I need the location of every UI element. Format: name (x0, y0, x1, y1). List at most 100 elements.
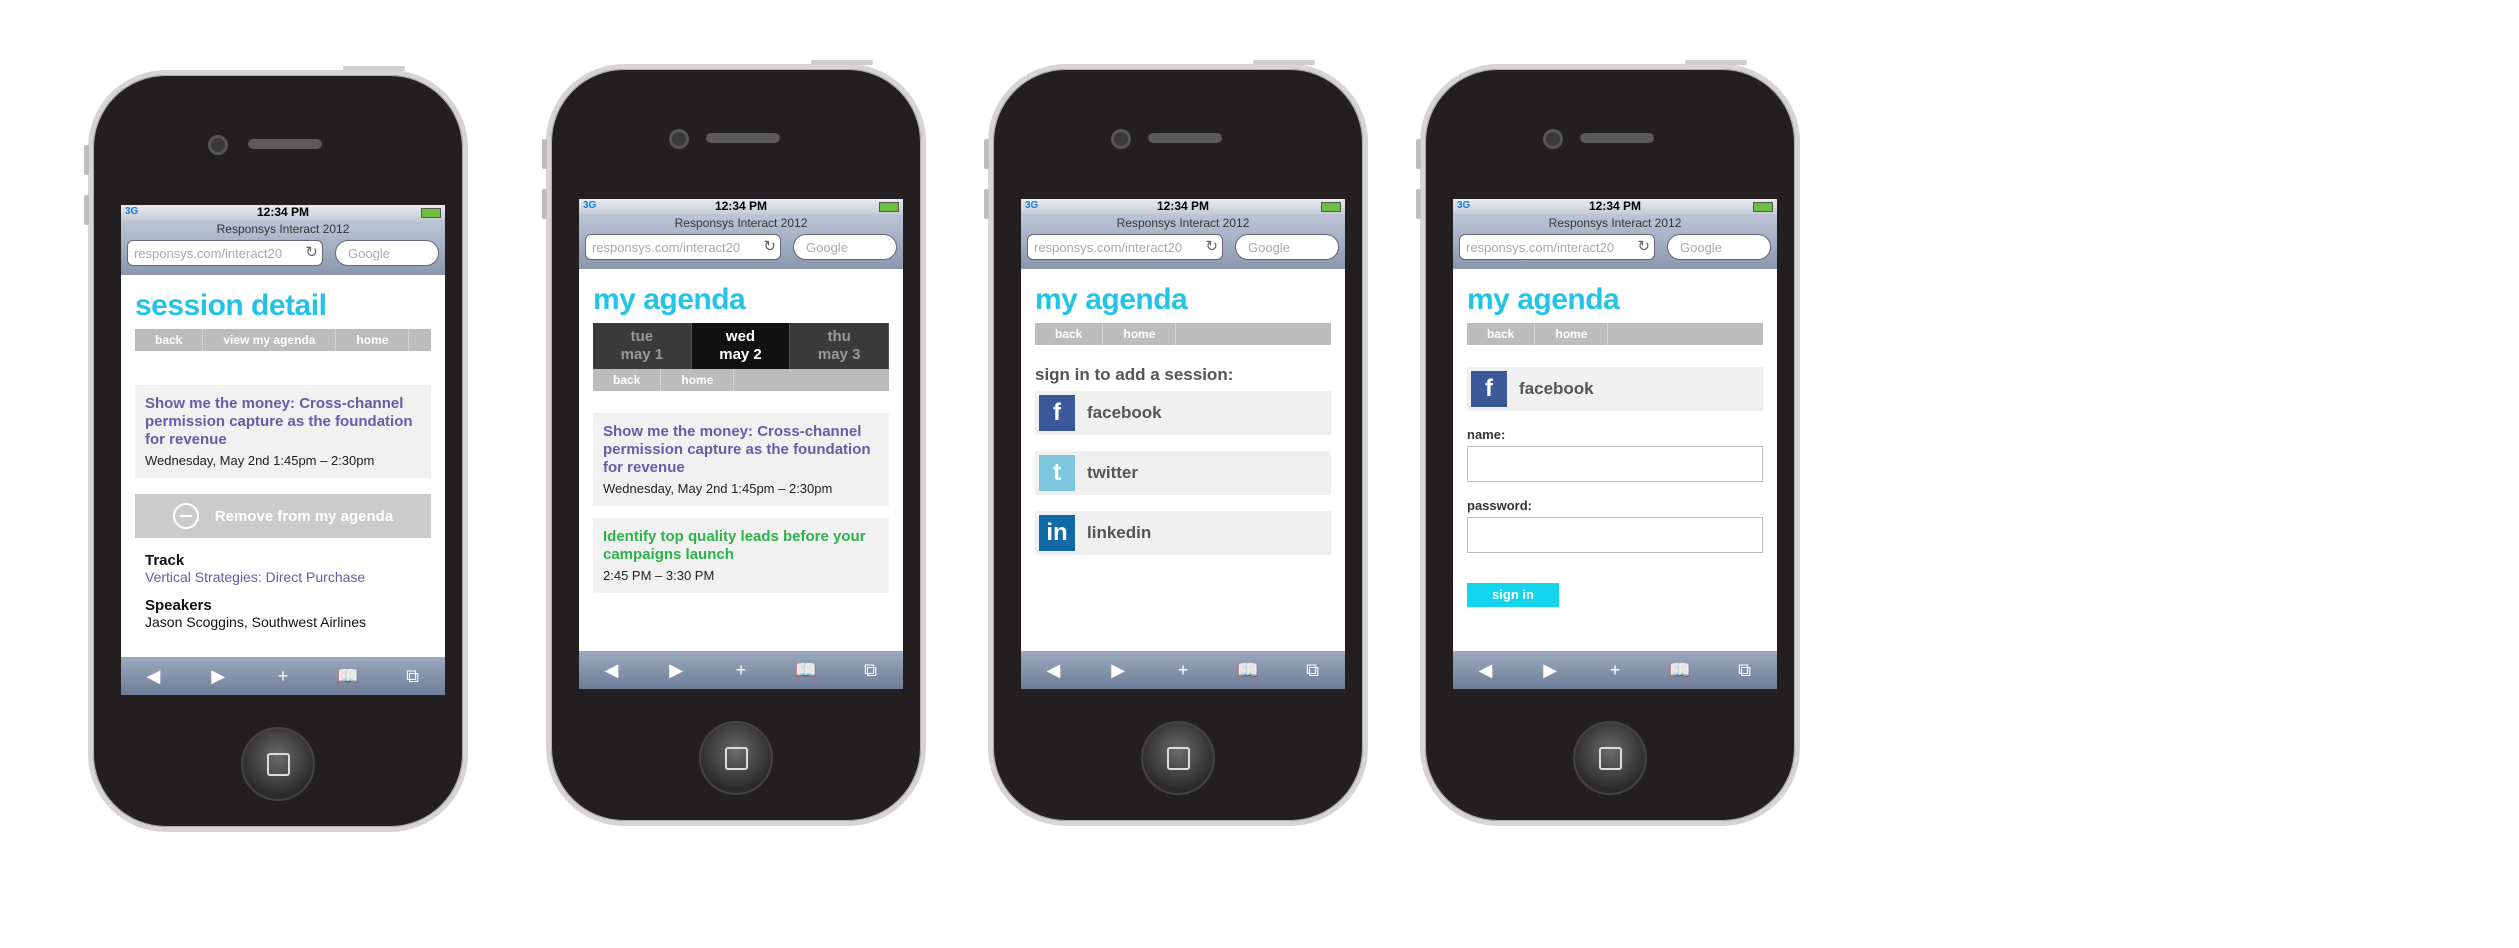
nav-back[interactable]: back (1467, 323, 1536, 345)
tab-thu[interactable]: thu may 3 (790, 323, 890, 369)
session-time: Wednesday, May 2nd 1:45pm – 2:30pm (603, 481, 833, 496)
page-heading: session detail (135, 289, 327, 322)
status-bar: 3G 12:34 PM (121, 205, 445, 220)
home-square-icon (267, 753, 290, 776)
forward-icon[interactable]: ▶ (1535, 660, 1565, 681)
nav-back[interactable]: back (135, 329, 204, 351)
status-time: 12:34 PM (1588, 199, 1642, 213)
linkedin-button[interactable]: in linkedin (1035, 511, 1331, 555)
tabs-icon[interactable]: ⧉ (1730, 660, 1760, 681)
speakers-label: Speakers (145, 597, 212, 614)
bookmarks-icon[interactable]: 📖 (1233, 660, 1263, 681)
session-title: Show me the money: Cross-channel permiss… (145, 395, 413, 448)
page-title: Responsys Interact 2012 (1116, 216, 1250, 230)
nav-home[interactable]: home (336, 329, 410, 351)
home-button[interactable] (699, 721, 773, 795)
forward-icon[interactable]: ▶ (203, 666, 233, 687)
page-title: Responsys Interact 2012 (1548, 216, 1682, 230)
session-title: Identify top quality leads before your c… (603, 528, 866, 563)
back-icon[interactable]: ◀ (596, 660, 626, 681)
bookmarks-icon[interactable]: 📖 (1665, 660, 1695, 681)
url-field[interactable]: responsys.com/interact20 ↻ (1027, 234, 1223, 260)
add-icon[interactable]: + (1168, 660, 1198, 681)
search-field[interactable]: Google (1235, 234, 1339, 260)
phone-3: 3G 12:34 PM Responsys Interact 2012 resp… (984, 60, 1368, 826)
speaker (1148, 133, 1222, 143)
nav-bar: back home (593, 369, 889, 391)
search-field[interactable]: Google (793, 234, 897, 260)
add-icon[interactable]: + (1600, 660, 1630, 681)
speakers-value: Jason Scoggins, Southwest Airlines (145, 614, 367, 630)
tabs-icon[interactable]: ⧉ (856, 660, 886, 681)
nav-back[interactable]: back (1035, 323, 1104, 345)
nav-home[interactable]: home (1103, 323, 1177, 345)
session-date: Wednesday, May 2nd 1:45pm – 2:30pm (145, 453, 375, 468)
tabs-icon[interactable]: ⧉ (1298, 660, 1328, 681)
url-text: responsys.com/interact20 (592, 240, 741, 255)
track-value[interactable]: Vertical Strategies: Direct Purchase (145, 569, 431, 585)
session-card[interactable]: Show me the money: Cross-channel permiss… (135, 385, 431, 478)
sign-in-button[interactable]: sign in (1467, 583, 1559, 607)
camera (208, 135, 228, 155)
back-icon[interactable]: ◀ (1470, 660, 1500, 681)
back-icon[interactable]: ◀ (138, 666, 168, 687)
day-tabs: tue may 1 wed may 2 thu may 3 (593, 323, 890, 369)
url-field[interactable]: responsys.com/interact20 ↻ (1459, 234, 1655, 260)
reload-icon[interactable]: ↻ (1205, 239, 1218, 254)
url-field[interactable]: responsys.com/interact20 ↻ (127, 240, 323, 266)
session-card[interactable]: Show me the money: Cross-channel permiss… (593, 413, 889, 506)
track-label: Track (145, 552, 185, 569)
nav-view-my-agenda[interactable]: view my agenda (203, 329, 337, 351)
linkedin-label: linkedin (1087, 523, 1152, 542)
volume-button (542, 139, 547, 169)
nav-home[interactable]: home (1535, 323, 1609, 345)
forward-icon[interactable]: ▶ (1103, 660, 1133, 681)
camera (1543, 129, 1563, 149)
tab-tue[interactable]: tue may 1 (593, 323, 692, 369)
session-time: 2:45 PM – 3:30 PM (603, 568, 715, 583)
reload-icon[interactable]: ↻ (305, 245, 318, 260)
page-title: Responsys Interact 2012 (216, 222, 350, 236)
screen-facebook-sign-in: 3G 12:34 PM Responsys Interact 2012 resp… (1453, 199, 1777, 689)
session-card[interactable]: Identify top quality leads before your c… (593, 518, 889, 593)
day-date: may 1 (620, 346, 664, 363)
phone-4: 3G 12:34 PM Responsys Interact 2012 resp… (1416, 60, 1800, 826)
nav-bar: back view my agenda home (135, 329, 431, 351)
bookmarks-icon[interactable]: 📖 (791, 660, 821, 681)
back-icon[interactable]: ◀ (1038, 660, 1068, 681)
remove-from-agenda-button[interactable]: Remove from my agenda (135, 494, 431, 538)
add-icon[interactable]: + (268, 666, 298, 687)
page-content: my agenda tue may 1 wed may 2 thu may 3 bac… (579, 269, 903, 651)
search-field[interactable]: Google (1667, 234, 1771, 260)
forward-icon[interactable]: ▶ (661, 660, 691, 681)
address-bar: Responsys Interact 2012 responsys.com/in… (579, 214, 903, 269)
status-bar: 3G 12:34 PM (579, 199, 903, 214)
browser-toolbar: ◀ ▶ + 📖 ⧉ (579, 651, 903, 689)
facebook-button[interactable]: f facebook (1035, 391, 1331, 435)
page-content: session detail back view my agenda home … (121, 275, 445, 657)
reload-icon[interactable]: ↻ (763, 239, 776, 254)
sign-in-prompt: sign in to add a session: (1035, 365, 1234, 384)
home-button[interactable] (241, 727, 315, 801)
remove-label: Remove from my agenda (214, 507, 394, 525)
add-icon[interactable]: + (726, 660, 756, 681)
name-field[interactable] (1467, 446, 1763, 482)
password-field[interactable] (1467, 517, 1763, 553)
tabs-icon[interactable]: ⧉ (398, 666, 428, 687)
nav-back[interactable]: back (593, 369, 662, 391)
power-button (1685, 60, 1747, 65)
nav-bar: back home (1035, 323, 1331, 345)
twitter-button[interactable]: t twitter (1035, 451, 1331, 495)
day-name: wed (725, 328, 756, 345)
home-button[interactable] (1573, 721, 1647, 795)
browser-toolbar: ◀ ▶ + 📖 ⧉ (1453, 651, 1777, 689)
facebook-label: facebook (1519, 379, 1594, 398)
home-button[interactable] (1141, 721, 1215, 795)
url-field[interactable]: responsys.com/interact20 ↻ (585, 234, 781, 260)
status-bar: 3G 12:34 PM (1021, 199, 1345, 214)
search-field[interactable]: Google (335, 240, 439, 266)
bookmarks-icon[interactable]: 📖 (333, 666, 363, 687)
reload-icon[interactable]: ↻ (1637, 239, 1650, 254)
nav-home[interactable]: home (661, 369, 735, 391)
tab-wed[interactable]: wed may 2 (691, 323, 791, 369)
